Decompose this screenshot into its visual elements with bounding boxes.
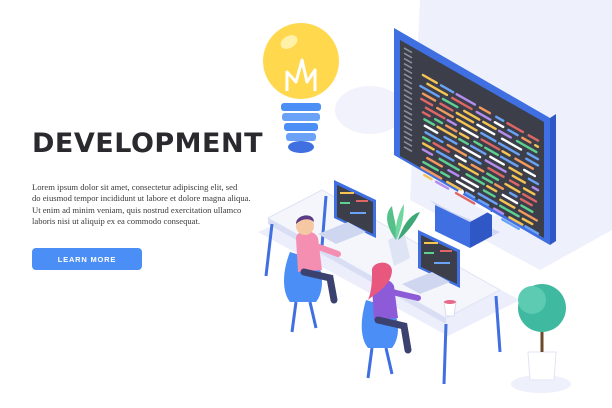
tree-icon xyxy=(511,284,571,393)
code-line xyxy=(534,143,540,149)
development-illustration xyxy=(258,0,612,393)
coffee-cup-icon xyxy=(443,300,457,317)
lightbulb-icon xyxy=(263,23,339,153)
landing-page: DEVELOPMENT Lorem ipsum dolor sit amet, … xyxy=(0,0,612,408)
